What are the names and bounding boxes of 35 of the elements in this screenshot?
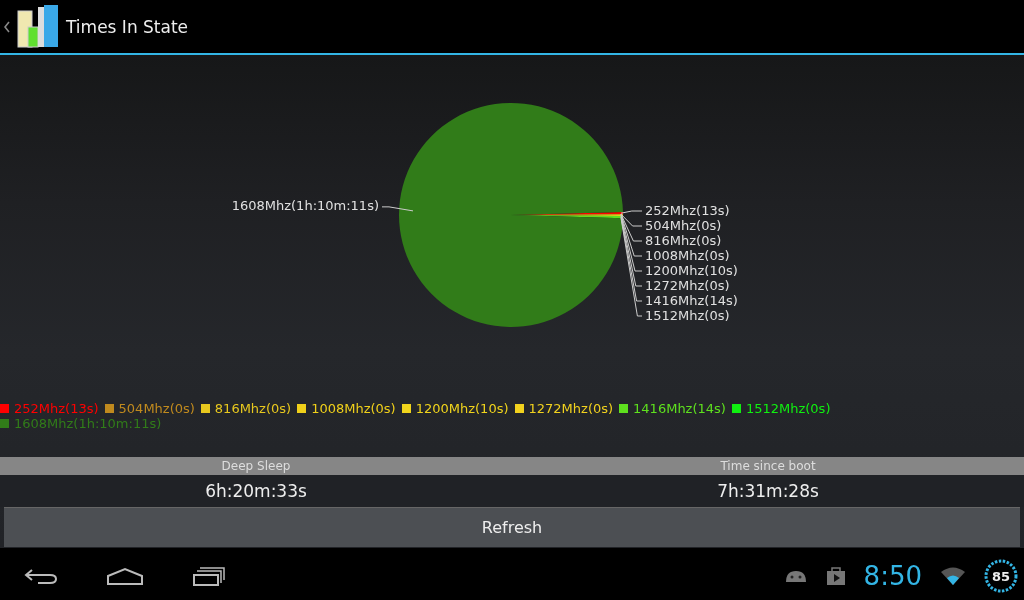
back-caret-icon bbox=[4, 20, 10, 33]
leader-line bbox=[381, 206, 414, 212]
clock: 8:50 bbox=[863, 561, 922, 591]
refresh-button[interactable]: Refresh bbox=[4, 507, 1020, 547]
app-title: Times In State bbox=[66, 16, 189, 37]
slice-label: 504Mhz(0s) bbox=[645, 217, 722, 233]
legend-label: 1512Mhz(0s) bbox=[745, 401, 831, 416]
recent-apps-icon[interactable] bbox=[192, 566, 226, 586]
slice-label: 1512Mhz(0s) bbox=[645, 307, 730, 323]
stat-label: Deep Sleep bbox=[220, 459, 292, 473]
slice-label: 1200Mhz(10s) bbox=[645, 262, 738, 278]
legend-label: 1416Mhz(14s) bbox=[633, 401, 726, 416]
stat-value: 7h:31m:28s bbox=[716, 481, 820, 501]
slice-label: 1272Mhz(0s) bbox=[645, 277, 730, 293]
slice-label: 816Mhz(0s) bbox=[645, 232, 722, 248]
legend-label: 1008Mhz(0s) bbox=[311, 401, 396, 416]
slice-label: 252Mhz(13s) bbox=[645, 202, 730, 218]
slice-label: 1416Mhz(14s) bbox=[645, 292, 738, 308]
legend-label: 1272Mhz(0s) bbox=[528, 401, 614, 416]
app-logo-icon bbox=[14, 2, 60, 51]
play-store-icon bbox=[825, 566, 846, 586]
stat-label: Time since boot bbox=[719, 459, 817, 473]
legend-label: 816Mhz(0s) bbox=[214, 401, 292, 416]
legend-label: 1200Mhz(10s) bbox=[415, 401, 509, 416]
android-icon bbox=[783, 568, 808, 584]
home-icon[interactable] bbox=[106, 567, 144, 585]
slice-label: 1008Mhz(0s) bbox=[645, 247, 730, 263]
back-icon[interactable] bbox=[24, 567, 58, 585]
wifi-icon bbox=[940, 566, 966, 586]
battery-indicator: 85 bbox=[984, 559, 1018, 593]
slice-label: 1608Mhz(1h:10m:11s) bbox=[231, 198, 379, 214]
stat-value: 6h:20m:33s bbox=[204, 481, 308, 501]
legend-label: 252Mhz(13s) bbox=[14, 401, 99, 416]
legend-label: 1608Mhz(1h:10m:11s) bbox=[14, 416, 162, 431]
legend-label: 504Mhz(0s) bbox=[118, 401, 195, 416]
